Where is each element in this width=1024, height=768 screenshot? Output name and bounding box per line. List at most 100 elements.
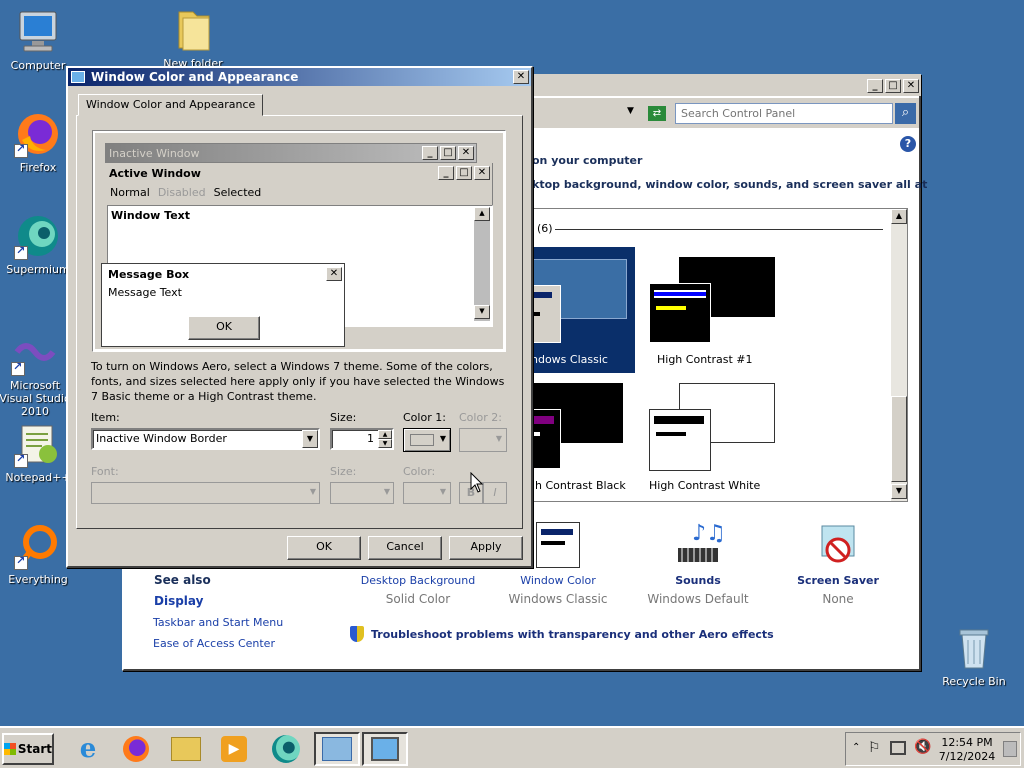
- mouse-cursor-icon: [470, 472, 484, 493]
- desktop-icon-label: Microsoft Visual Studio 2010: [0, 379, 71, 418]
- scroll-thumb[interactable]: [891, 396, 907, 482]
- preview-msgbox-title: Message Box: [108, 267, 190, 281]
- font-color-picker: ▼: [403, 482, 451, 504]
- everything-search-icon: [14, 522, 62, 570]
- preview-menu-normal: Normal: [110, 185, 150, 199]
- appearance-preview[interactable]: Inactive Window _ □ ✕ Active Window _ □ …: [92, 130, 506, 352]
- cancel-button[interactable]: Cancel: [368, 536, 442, 560]
- theme-windows-classic[interactable]: ndows Classic: [531, 247, 635, 373]
- help-icon[interactable]: ?: [900, 136, 916, 152]
- theme-high-contrast-white[interactable]: High Contrast White: [643, 383, 775, 493]
- troubleshoot-link[interactable]: Troubleshoot problems with transparency …: [371, 628, 774, 641]
- shortcut-arrow-icon: [14, 554, 28, 570]
- action-center-flag-icon[interactable]: ⚐: [868, 740, 881, 756]
- item-select[interactable]: Inactive Window Border ▼: [91, 428, 320, 450]
- clock[interactable]: 12:54 PM 7/12/2024: [936, 736, 998, 764]
- theme-label: High Contrast White: [649, 479, 761, 492]
- scroll-down-button[interactable]: ▼: [891, 484, 907, 499]
- clock-time: 12:54 PM: [941, 736, 993, 749]
- preview-message-box[interactable]: Message Box ✕ Message Text OK: [101, 263, 345, 347]
- show-desktop-button[interactable]: [1003, 741, 1017, 757]
- setting-value: Windows Default: [647, 592, 749, 606]
- setting-title: Desktop Background: [360, 574, 476, 587]
- desktop-icon-new-folder[interactable]: New folder: [153, 6, 233, 70]
- desktop-icon-recycle-bin[interactable]: Recycle Bin: [934, 624, 1014, 688]
- see-also-ease-of-access-link[interactable]: Ease of Access Center: [153, 637, 275, 650]
- color2-picker: ▼: [459, 428, 507, 452]
- taskbar-internet-explorer[interactable]: e: [68, 732, 108, 766]
- dialog-titlebar[interactable]: Window Color and Appearance ✕: [68, 68, 531, 86]
- apply-button[interactable]: Apply: [449, 536, 523, 560]
- shield-icon: [350, 626, 364, 642]
- page-subheading: ktop background, window color, sounds, a…: [532, 178, 928, 191]
- preview-inactive-window[interactable]: Inactive Window _ □ ✕: [105, 143, 477, 163]
- see-also-taskbar-link[interactable]: Taskbar and Start Menu: [153, 616, 283, 629]
- preview-inactive-titlebar: Inactive Window _ □ ✕: [106, 144, 476, 162]
- clock-date: 7/12/2024: [938, 750, 996, 763]
- see-also-display-link[interactable]: Display: [154, 594, 203, 608]
- theme-high-contrast-black[interactable]: h Contrast Black: [531, 383, 635, 493]
- tab-window-color-and-appearance[interactable]: Window Color and Appearance: [78, 94, 264, 116]
- taskbar-supermium[interactable]: [266, 732, 306, 766]
- show-hidden-icons-chevron-icon[interactable]: ⌃: [852, 742, 860, 753]
- setting-title: Sounds: [675, 574, 721, 587]
- taskbar-file-explorer[interactable]: [166, 732, 206, 766]
- address-dropdown-arrow[interactable]: ▼: [627, 106, 634, 116]
- refresh-icon[interactable]: ⇄: [648, 106, 666, 121]
- font-color-dropdown-arrow: ▼: [439, 487, 446, 496]
- media-player-icon: ▶: [221, 736, 247, 762]
- size-up-arrow[interactable]: ▲: [378, 430, 392, 439]
- aero-info-text: To turn on Windows Aero, select a Window…: [91, 360, 505, 403]
- window-color-dialog[interactable]: Window Color and Appearance ✕ Window Col…: [66, 66, 533, 568]
- italic-button: I: [483, 482, 507, 504]
- theme-thumb-front: [649, 283, 711, 343]
- size-down-arrow[interactable]: ▼: [378, 439, 392, 448]
- dialog-close-button[interactable]: ✕: [513, 70, 529, 84]
- color1-picker[interactable]: ▼: [403, 428, 451, 452]
- taskbar-firefox[interactable]: [116, 732, 156, 766]
- preview-msgbox-ok-button: OK: [188, 316, 260, 340]
- theme-high-contrast-1[interactable]: High Contrast #1: [643, 247, 775, 373]
- taskbar-control-panel[interactable]: [314, 732, 360, 766]
- preview-maximize-icon: □: [440, 146, 456, 160]
- screen-saver-icon: [816, 522, 860, 568]
- volume-muted-icon[interactable]: 🔇: [914, 739, 931, 755]
- sounds-link[interactable]: ♪♫ Sounds Windows Default: [636, 521, 760, 606]
- item-dropdown-arrow[interactable]: ▼: [302, 430, 318, 448]
- start-button[interactable]: Start: [2, 733, 54, 765]
- close-button[interactable]: ✕: [903, 79, 919, 93]
- item-size-stepper[interactable]: 1 ▲ ▼: [330, 428, 394, 450]
- firefox-icon: [14, 110, 62, 158]
- start-label: Start: [17, 742, 52, 756]
- scroll-up-button[interactable]: ▲: [891, 209, 907, 224]
- preview-close-icon: ✕: [326, 267, 342, 281]
- theme-thumb-front: [531, 285, 561, 343]
- screen-saver-link[interactable]: Screen Saver None: [776, 522, 900, 606]
- shortcut-arrow-icon: [14, 244, 28, 260]
- ok-button[interactable]: OK: [287, 536, 361, 560]
- item-label: Item:: [91, 411, 120, 424]
- theme-list-scrollbar[interactable]: ▲ ▼: [891, 209, 907, 501]
- supermium-icon: [14, 212, 62, 260]
- minimize-button[interactable]: _: [867, 79, 883, 93]
- theme-list[interactable]: (6) ▲ ▼ ndows Classic High Contrast #1 h…: [530, 208, 908, 502]
- desktop-icon-computer[interactable]: Computer: [0, 8, 78, 72]
- supermium-icon: [272, 735, 300, 763]
- preview-menu-bar: Normal Disabled Selected: [105, 183, 492, 201]
- maximize-button[interactable]: □: [885, 79, 901, 93]
- network-icon[interactable]: [890, 741, 906, 755]
- taskbar-display-settings[interactable]: [362, 732, 408, 766]
- font-size-dropdown-arrow: ▼: [383, 487, 390, 496]
- taskbar-media-player[interactable]: ▶: [214, 732, 254, 766]
- desktop-icon-visual-studio[interactable]: Microsoft Visual Studio 2010: [0, 328, 72, 418]
- search-icon[interactable]: ⌕: [895, 103, 916, 124]
- setting-value: None: [822, 592, 854, 606]
- desktop-background-link[interactable]: Desktop Background Solid Color: [356, 574, 480, 606]
- color1-dropdown-arrow: ▼: [439, 434, 446, 443]
- recycle-bin-icon: [950, 624, 998, 672]
- preview-inactive-title: Inactive Window: [109, 146, 200, 160]
- search-input[interactable]: [675, 103, 893, 124]
- preview-scrollbar: ▲ ▼: [474, 207, 490, 321]
- taskbar: Start e ▶ ⌃ ⚐ 🔇 12:54 PM 7/12/2024: [0, 726, 1024, 768]
- item-size-label: Size:: [330, 411, 357, 424]
